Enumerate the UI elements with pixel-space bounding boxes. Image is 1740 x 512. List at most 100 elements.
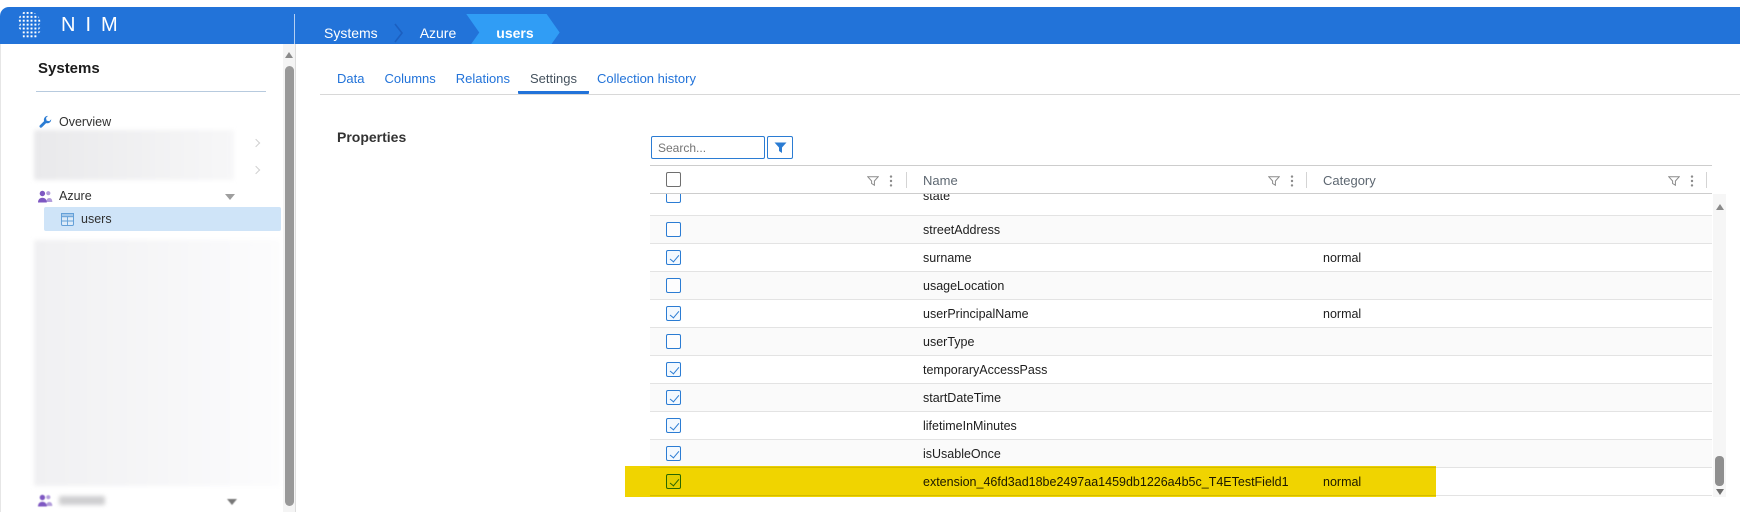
tree-tick-icon <box>252 139 260 147</box>
property-name: temporaryAccessPass <box>923 363 1047 377</box>
property-name: userPrincipalName <box>923 307 1029 321</box>
row-checkbox[interactable] <box>666 446 681 461</box>
row-checkbox[interactable] <box>666 250 681 265</box>
tab-settings[interactable]: Settings <box>518 71 589 94</box>
kebab-menu-icon[interactable] <box>1290 174 1294 192</box>
table-body: state streetAddress surname normal usageLoca… <box>650 194 1712 496</box>
app-title: NIM <box>61 14 128 37</box>
property-name: extension_46fd3ad18be2497aa1459db1226a4b… <box>923 475 1289 489</box>
row-checkbox[interactable] <box>666 362 681 377</box>
kebab-menu-icon[interactable] <box>1690 174 1694 192</box>
property-name: lifetimeInMinutes <box>923 419 1017 433</box>
kebab-menu-icon[interactable] <box>889 174 893 192</box>
property-category: normal <box>1323 307 1361 321</box>
table-row[interactable]: state <box>650 194 1712 216</box>
people-icon <box>37 493 53 507</box>
table-row[interactable]: lifetimeInMinutes <box>650 412 1712 440</box>
table-row[interactable]: userPrincipalName normal <box>650 300 1712 328</box>
property-name: state <box>923 194 950 203</box>
breadcrumb-item-systems[interactable]: Systems <box>310 25 392 41</box>
scroll-down-arrow-icon[interactable] <box>1716 489 1724 495</box>
wrench-icon <box>37 115 53 129</box>
tabs-underline-rule <box>320 94 1740 95</box>
sidebar: Systems Overview Azure <box>0 44 296 512</box>
table-row[interactable]: extension_46fd3ad18be2497aa1459db1226a4b… <box>650 468 1712 496</box>
redacted-label <box>59 496 105 505</box>
sidebar-scrollbar-thumb[interactable] <box>285 66 294 506</box>
filter-icon[interactable] <box>1268 174 1280 192</box>
tab-collection-history[interactable]: Collection history <box>597 71 696 94</box>
row-checkbox[interactable] <box>666 474 681 489</box>
tab-columns[interactable]: Columns <box>384 71 435 94</box>
property-name: userType <box>923 335 974 349</box>
sidebar-divider <box>36 91 266 92</box>
property-name: isUsableOnce <box>923 447 1001 461</box>
table-header: Name Category <box>650 165 1712 194</box>
column-divider <box>1306 172 1307 188</box>
row-checkbox[interactable] <box>666 334 681 349</box>
row-checkbox[interactable] <box>666 278 681 293</box>
brand: NIM <box>14 7 128 44</box>
column-divider <box>906 172 907 188</box>
table-grid-icon <box>59 213 75 226</box>
breadcrumb-item-azure[interactable]: Azure <box>406 25 471 41</box>
scroll-up-arrow-icon[interactable] <box>285 52 293 58</box>
caret-icon[interactable] <box>227 499 237 505</box>
search-input[interactable] <box>651 136 765 159</box>
property-category: normal <box>1323 251 1361 265</box>
property-name: streetAddress <box>923 223 1000 237</box>
sidebar-item-users[interactable]: users <box>44 207 281 231</box>
sidebar-item-redacted[interactable] <box>37 491 105 509</box>
tree-tick-icon <box>252 166 260 174</box>
column-header-category[interactable]: Category <box>1323 173 1376 188</box>
select-all-checkbox[interactable] <box>666 172 681 187</box>
sidebar-item-label: Azure <box>59 189 92 203</box>
window-top-strip <box>0 0 1740 7</box>
sidebar-item-azure[interactable]: Azure <box>37 187 92 205</box>
breadcrumb-active-label: users <box>496 25 533 41</box>
chevron-right-icon <box>394 21 404 45</box>
tab-data[interactable]: Data <box>337 71 364 94</box>
property-name: startDateTime <box>923 391 1001 405</box>
sidebar-title: Systems <box>38 60 100 77</box>
row-checkbox[interactable] <box>666 306 681 321</box>
nim-logo-icon <box>14 11 44 41</box>
sidebar-item-overview[interactable]: Overview <box>37 113 111 131</box>
table-row[interactable]: usageLocation <box>650 272 1712 300</box>
redacted-content <box>34 240 280 486</box>
filter-icon[interactable] <box>867 174 879 192</box>
sidebar-item-label: Overview <box>59 115 111 129</box>
property-name: surname <box>923 251 972 265</box>
table-scrollbar-thumb[interactable] <box>1715 456 1724 486</box>
table-row[interactable]: surname normal <box>650 244 1712 272</box>
search-filter-button[interactable] <box>767 136 793 159</box>
tab-relations[interactable]: Relations <box>456 71 510 94</box>
app-window: NIM Systems Azure users Systems Overview <box>0 0 1740 512</box>
table-row[interactable]: isUsableOnce <box>650 440 1712 468</box>
filter-icon[interactable] <box>1668 174 1680 192</box>
main-content: Data Columns Relations Settings Collecti… <box>296 44 1740 512</box>
table-row[interactable]: streetAddress <box>650 216 1712 244</box>
property-name: usageLocation <box>923 279 1004 293</box>
sidebar-scrollbar[interactable] <box>283 44 295 512</box>
app-header: NIM Systems Azure users <box>0 7 1740 44</box>
table-scrollbar[interactable] <box>1713 194 1726 497</box>
column-header-name[interactable]: Name <box>923 173 958 188</box>
section-title: Properties <box>337 129 406 145</box>
property-category: normal <box>1323 475 1361 489</box>
table-row[interactable]: temporaryAccessPass <box>650 356 1712 384</box>
table-row[interactable]: startDateTime <box>650 384 1712 412</box>
people-icon <box>37 189 53 203</box>
funnel-filled-icon <box>774 142 787 154</box>
redacted-content <box>34 130 234 180</box>
row-checkbox[interactable] <box>666 418 681 433</box>
row-checkbox[interactable] <box>666 194 681 203</box>
table-row[interactable]: userType <box>650 328 1712 356</box>
row-checkbox[interactable] <box>666 390 681 405</box>
caret-down-icon[interactable] <box>225 194 235 200</box>
tab-bar: Data Columns Relations Settings Collecti… <box>337 63 696 94</box>
scroll-up-arrow-icon[interactable] <box>1716 204 1724 210</box>
sidebar-item-label: users <box>81 212 112 226</box>
column-divider <box>1706 172 1707 188</box>
row-checkbox[interactable] <box>666 222 681 237</box>
